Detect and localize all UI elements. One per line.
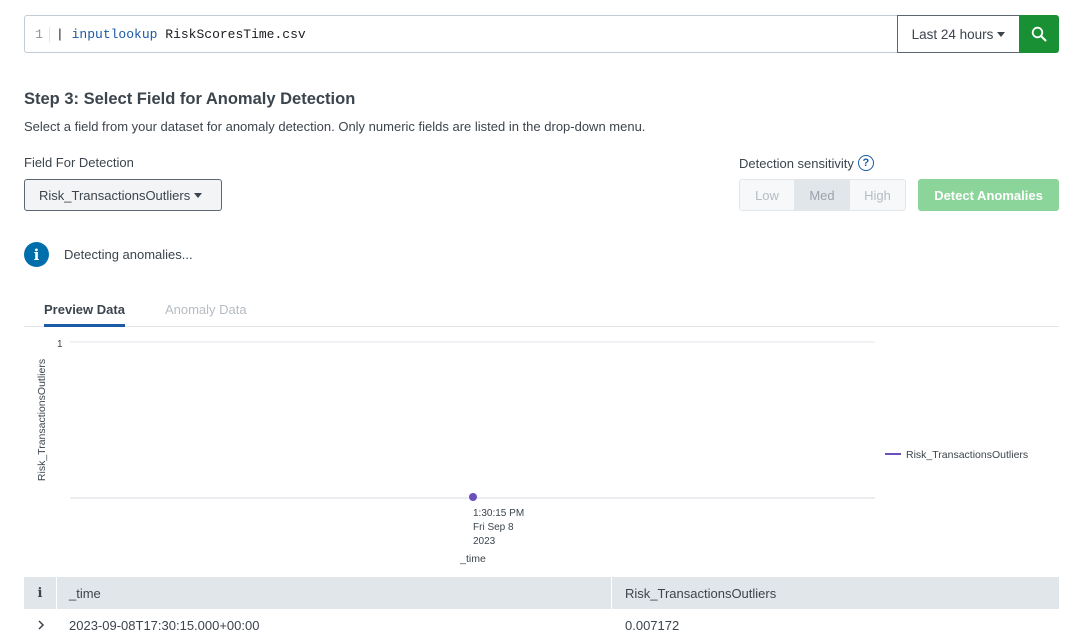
x-tick-label-time: 1:30:15 PM [473, 508, 524, 519]
chart-svg: 1 Risk_TransactionsOutliers 1:30:15 PM F… [36, 339, 1028, 565]
cell-risk-value: 0.007172 [625, 617, 680, 633]
pipe-char: | [56, 26, 64, 42]
results-table: i _time Risk_TransactionsOutliers 2023-0… [24, 577, 1059, 641]
search-icon [1031, 26, 1047, 42]
chevron-right-icon [37, 620, 44, 630]
field-dropdown[interactable]: Risk_TransactionsOutliers [24, 179, 222, 211]
x-axis-label: _time [459, 553, 486, 565]
query-command: inputlookup [71, 26, 158, 42]
step-title: Step 3: Select Field for Anomaly Detecti… [24, 90, 356, 108]
table-row: 2023-09-08T17:30:15.000+00:00 0.007172 [24, 609, 1059, 641]
caret-down-icon [194, 192, 203, 198]
search-query-box[interactable]: 1 | inputlookup RiskScoresTime.csv [24, 15, 897, 53]
status-text: Detecting anomalies... [64, 247, 193, 262]
sensitivity-button-group: Low Med High [739, 179, 906, 211]
field-selected-value: Risk_TransactionsOutliers [39, 187, 191, 203]
search-query[interactable]: | inputlookup RiskScoresTime.csv [49, 26, 306, 42]
search-button[interactable] [1019, 15, 1059, 53]
status-message: i Detecting anomalies... [24, 242, 193, 267]
step-description: Select a field from your dataset for ano… [24, 119, 646, 134]
x-tick-label-year: 2023 [473, 536, 496, 547]
y-tick-label: 1 [57, 339, 63, 350]
sensitivity-label-text: Detection sensitivity [739, 155, 854, 171]
cell-time: 2023-09-08T17:30:15.000+00:00 [69, 617, 260, 633]
query-argument: RiskScoresTime.csv [165, 26, 306, 42]
x-tick-label-date: Fri Sep 8 [473, 522, 514, 533]
info-column-header: i [24, 577, 57, 609]
info-column-icon: i [37, 585, 43, 601]
detect-anomalies-button[interactable]: Detect Anomalies [918, 179, 1059, 211]
search-bar: 1 | inputlookup RiskScoresTime.csv Last … [24, 15, 1059, 53]
help-icon[interactable]: ? [857, 155, 874, 171]
column-header-risk[interactable]: Risk_TransactionsOutliers [612, 577, 1059, 609]
sensitivity-med-button[interactable]: Med [795, 180, 850, 210]
time-range-picker[interactable]: Last 24 hours [897, 15, 1019, 53]
tab-preview-data[interactable]: Preview Data [44, 297, 125, 327]
time-range-label: Last 24 hours [911, 26, 994, 42]
table-header: i _time Risk_TransactionsOutliers [24, 577, 1059, 609]
column-header-time[interactable]: _time [57, 577, 612, 609]
y-axis-label: Risk_TransactionsOutliers [36, 359, 48, 481]
sensitivity-high-button[interactable]: High [850, 180, 905, 210]
expand-row-icon[interactable] [24, 609, 57, 641]
caret-down-icon [997, 31, 1006, 37]
tab-anomaly-data[interactable]: Anomaly Data [165, 297, 247, 327]
sensitivity-low-button[interactable]: Low [740, 180, 795, 210]
preview-chart: 1 Risk_TransactionsOutliers 1:30:15 PM F… [24, 333, 1059, 568]
legend-label[interactable]: Risk_TransactionsOutliers [906, 449, 1028, 461]
line-number: 1 [35, 26, 43, 42]
info-icon: i [24, 242, 49, 267]
data-point[interactable] [469, 493, 477, 501]
tab-bar: Preview Data Anomaly Data [24, 297, 1059, 327]
sensitivity-label: Detection sensitivity ? [739, 155, 874, 171]
field-label: Field For Detection [24, 155, 134, 170]
